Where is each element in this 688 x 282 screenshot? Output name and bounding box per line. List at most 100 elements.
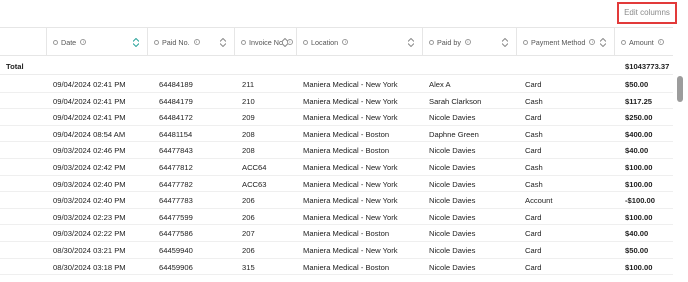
info-icon[interactable]: i — [342, 39, 349, 45]
invoice-no-cell: 209 — [242, 113, 255, 123]
column-options-icon[interactable] — [241, 39, 246, 45]
payment-method-cell: Cash — [525, 96, 543, 106]
sort-icon[interactable] — [220, 38, 226, 47]
payment-method-cell: Account — [525, 196, 553, 206]
amount-cell: $50.00 — [625, 246, 649, 255]
location-cell: Maniera Medical - Boston — [303, 129, 390, 139]
invoice-no-cell: 211 — [242, 80, 255, 89]
sort-icon[interactable] — [133, 38, 139, 47]
paid-no-cell: 64477599 — [159, 212, 193, 222]
table-row[interactable]: 09/03/2024 02:40 PM 64477783 206 Maniera Me… — [0, 192, 673, 209]
amount-cell: $40.00 — [625, 146, 649, 156]
column-header-label: Invoice No — [249, 37, 283, 47]
column-header-paid-by[interactable]: Paid by i — [422, 28, 516, 56]
table-row[interactable]: 09/03/2024 02:46 PM 64477843 208 Maniera Me… — [0, 142, 673, 159]
info-icon[interactable]: i — [193, 39, 200, 45]
sort-icon[interactable] — [408, 38, 414, 47]
payments-table: Date i Paid No. i Invoice No i Location i Paid b… — [0, 27, 673, 282]
paid-no-cell: 64477782 — [159, 179, 193, 189]
date-cell: 08/30/2024 03:18 PM — [53, 262, 126, 272]
paid-no-cell: 64459906 — [159, 262, 193, 272]
invoice-no-cell: ACC63 — [242, 179, 267, 189]
payment-method-cell: Cash — [525, 163, 543, 172]
location-cell: Maniera Medical - Boston — [303, 229, 390, 239]
date-cell: 09/03/2024 02:40 PM — [53, 196, 126, 206]
column-options-icon[interactable] — [53, 39, 58, 45]
info-icon[interactable]: i — [464, 39, 471, 45]
column-header-label: Paid by — [437, 37, 461, 47]
column-header-label: Payment Method — [531, 37, 586, 47]
amount-cell: $250.00 — [625, 113, 653, 123]
info-icon[interactable]: i — [80, 39, 87, 45]
payment-method-cell: Card — [525, 212, 542, 222]
table-row[interactable]: 09/04/2024 02:41 PM 64484172 209 Maniera Me… — [0, 109, 673, 126]
date-cell: 09/03/2024 02:40 PM — [53, 179, 126, 189]
paid-no-cell: 64484172 — [159, 113, 193, 123]
paid-no-cell: 64484179 — [159, 96, 193, 106]
info-icon[interactable]: i — [657, 39, 664, 45]
toolbar: Edit columns — [0, 0, 688, 27]
date-cell: 09/04/2024 02:41 PM — [53, 80, 126, 89]
table-header: Date i Paid No. i Invoice No i Location i Paid b… — [0, 27, 673, 56]
table-row[interactable]: 09/04/2024 08:54 AM 64481154 208 Maniera Me… — [0, 126, 673, 143]
invoice-no-cell: 208 — [242, 146, 255, 156]
payment-method-cell: Card — [525, 229, 542, 239]
amount-cell: $50.00 — [625, 80, 649, 89]
payment-method-cell: Card — [525, 113, 542, 123]
total-row: Total $1043773.37 — [0, 56, 673, 75]
location-cell: Maniera Medical - New York — [303, 80, 398, 89]
column-options-icon[interactable] — [429, 39, 434, 45]
column-header-amount[interactable]: Amount i — [614, 28, 673, 56]
column-options-icon[interactable] — [154, 39, 159, 45]
location-cell: Maniera Medical - Boston — [303, 262, 390, 272]
amount-cell: $117.25 — [625, 96, 653, 106]
invoice-no-cell: 210 — [242, 96, 255, 106]
table-row[interactable]: 09/04/2024 02:41 PM 64484189 211 Maniera Me… — [0, 76, 673, 93]
edit-columns-button[interactable]: Edit columns — [617, 2, 677, 24]
column-options-icon[interactable] — [621, 39, 626, 45]
column-header-date[interactable]: Date i — [46, 28, 147, 56]
table-row[interactable]: 09/03/2024 02:22 PM 64477586 207 Maniera Me… — [0, 225, 673, 242]
paid-by-cell: Nicole Davies — [429, 179, 476, 189]
vertical-scrollbar[interactable] — [677, 76, 683, 102]
invoice-no-cell: 207 — [242, 229, 255, 239]
info-icon[interactable]: i — [589, 39, 596, 45]
amount-cell: $40.00 — [625, 229, 649, 239]
invoice-no-cell: 206 — [242, 246, 255, 255]
sort-icon[interactable] — [502, 38, 508, 47]
location-cell: Maniera Medical - Boston — [303, 146, 390, 156]
sort-icon[interactable] — [282, 38, 288, 47]
column-header-invoice-no[interactable]: Invoice No i — [234, 28, 296, 56]
sort-icon[interactable] — [600, 38, 606, 47]
paid-by-cell: Nicole Davies — [429, 196, 476, 206]
table-row[interactable]: 09/04/2024 02:41 PM 64484179 210 Maniera Me… — [0, 93, 673, 110]
table-row[interactable]: 09/03/2024 02:23 PM 64477599 206 Maniera Me… — [0, 209, 673, 226]
column-options-icon[interactable] — [523, 39, 528, 45]
invoice-no-cell: 206 — [242, 212, 255, 222]
payment-method-cell: Card — [525, 262, 542, 272]
amount-cell: $100.00 — [625, 163, 653, 172]
table-row[interactable]: 09/03/2024 02:40 PM 64477782 ACC63 Maniera … — [0, 176, 673, 193]
location-cell: Maniera Medical - New York — [303, 196, 398, 206]
column-options-icon[interactable] — [303, 39, 308, 45]
amount-cell: $100.00 — [625, 262, 653, 272]
payment-method-cell: Cash — [525, 179, 543, 189]
paid-by-cell: Nicole Davies — [429, 212, 476, 222]
table-row[interactable]: 08/30/2024 03:21 PM 64459940 206 Maniera Me… — [0, 242, 673, 259]
date-cell: 09/04/2024 02:41 PM — [53, 96, 126, 106]
date-cell: 09/03/2024 02:22 PM — [53, 229, 126, 239]
paid-no-cell: 64477812 — [159, 163, 193, 172]
paid-by-cell: Nicole Davies — [429, 113, 476, 123]
paid-no-cell: 64459940 — [159, 246, 193, 255]
amount-cell: $100.00 — [625, 179, 653, 189]
paid-by-cell: Nicole Davies — [429, 246, 476, 255]
column-header-location[interactable]: Location i — [296, 28, 422, 56]
column-header-payment-method[interactable]: Payment Method i — [516, 28, 614, 56]
location-cell: Maniera Medical - New York — [303, 179, 398, 189]
paid-by-cell: Nicole Davies — [429, 229, 476, 239]
amount-cell: $400.00 — [625, 129, 653, 139]
location-cell: Maniera Medical - New York — [303, 96, 398, 106]
table-row[interactable]: 08/30/2024 03:18 PM 64459906 315 Maniera Me… — [0, 259, 673, 276]
column-header-paid-no[interactable]: Paid No. i — [147, 28, 234, 56]
table-row[interactable]: 09/03/2024 02:42 PM 64477812 ACC64 Maniera … — [0, 159, 673, 176]
